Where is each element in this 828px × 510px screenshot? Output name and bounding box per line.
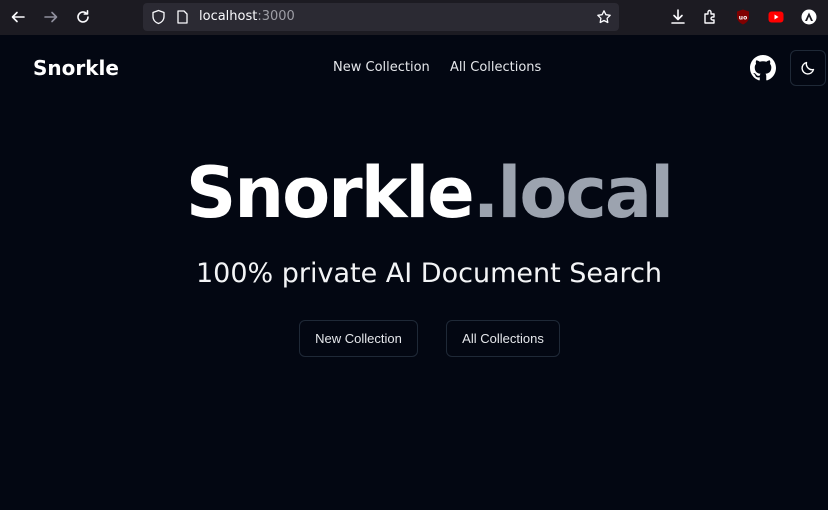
profile-button[interactable] <box>799 7 819 27</box>
page-icon <box>177 10 188 24</box>
extensions-icon <box>704 9 715 24</box>
profile-icon <box>801 9 817 25</box>
extensions-button[interactable] <box>700 7 720 27</box>
url-text[interactable]: localhost:3000 <box>199 9 295 24</box>
youtube-extension-button[interactable] <box>766 7 786 27</box>
nav-new-collection-link[interactable]: New Collection <box>333 60 430 75</box>
svg-text:uo: uo <box>739 15 747 22</box>
url-port: :3000 <box>257 9 295 24</box>
hero-subtitle: 100% private AI Document Search <box>195 258 663 289</box>
shield-icon[interactable] <box>151 9 166 25</box>
github-icon[interactable] <box>750 55 776 81</box>
hero-title: Snorkle.local <box>0 152 828 234</box>
bookmark-star-icon[interactable] <box>596 9 612 25</box>
brand-logo[interactable]: Snorkle <box>33 56 119 80</box>
forward-button[interactable] <box>38 4 64 30</box>
moon-icon <box>801 61 815 75</box>
nav-all-collections-link[interactable]: All Collections <box>450 60 541 75</box>
reload-button[interactable] <box>70 4 96 30</box>
download-icon <box>671 9 685 24</box>
ublock-button[interactable]: uo <box>733 7 753 27</box>
theme-toggle-button[interactable] <box>790 50 826 86</box>
reload-icon <box>77 10 89 23</box>
browser-toolbar: localhost:3000 uo <box>0 0 828 35</box>
back-button[interactable] <box>5 4 31 30</box>
url-host: localhost <box>199 9 258 24</box>
ublock-icon: uo <box>737 9 749 25</box>
forward-icon <box>44 11 58 23</box>
address-bar[interactable]: localhost:3000 <box>143 3 619 31</box>
download-button[interactable] <box>668 7 688 27</box>
hero-title-suffix: .local <box>472 152 674 234</box>
back-icon <box>11 11 25 23</box>
hero-title-main: Snorkle <box>185 152 475 234</box>
youtube-icon <box>768 11 784 23</box>
all-collections-button[interactable]: All Collections <box>446 320 560 357</box>
new-collection-button[interactable]: New Collection <box>299 320 418 357</box>
